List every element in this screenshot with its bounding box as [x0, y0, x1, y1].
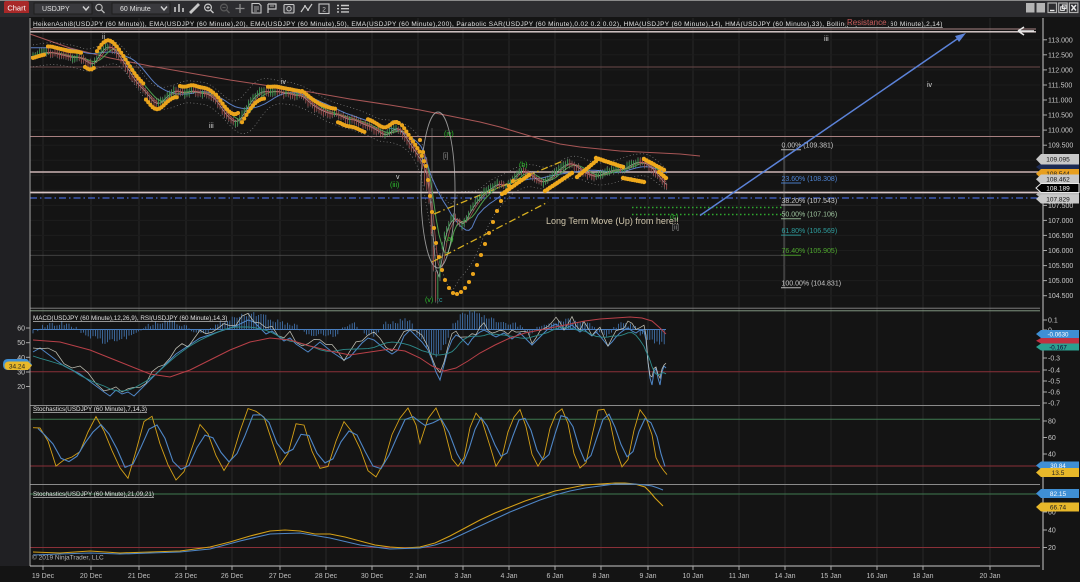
svg-text:-0.5: -0.5 [1048, 379, 1060, 386]
svg-text:38.20% (107.543): 38.20% (107.543) [782, 198, 838, 205]
svg-text:0.00% (109.381): 0.00% (109.381) [782, 143, 834, 150]
svg-text:15 Jan: 15 Jan [820, 573, 841, 580]
svg-text:23 Dec: 23 Dec [175, 573, 198, 580]
svg-text:104.500: 104.500 [1048, 293, 1073, 300]
svg-text:-0.6: -0.6 [1048, 390, 1060, 397]
svg-text:30 Dec: 30 Dec [361, 573, 384, 580]
svg-text:107.500: 107.500 [1048, 203, 1073, 210]
svg-text:ii: ii [102, 34, 106, 41]
svg-text:20: 20 [17, 384, 25, 391]
svg-text:Chart: Chart [7, 4, 26, 13]
svg-text:26 Dec: 26 Dec [221, 573, 244, 580]
svg-text:60 Minute: 60 Minute [120, 6, 151, 13]
svg-text:HeikenAshi8(USDJPY (60 Minute): HeikenAshi8(USDJPY (60 Minute)), EMA(USD… [33, 21, 943, 28]
svg-text:14 Jan: 14 Jan [774, 573, 795, 580]
svg-text::c: :c [437, 297, 443, 304]
svg-text:iv: iv [281, 79, 287, 86]
svg-text:Stochastics(USDJPY (60 Minute): Stochastics(USDJPY (60 Minute),7,14,3) [33, 406, 147, 413]
svg-text:MACD(USDJPY (60 Minute),12,26,: MACD(USDJPY (60 Minute),12,26,9), RSI(US… [33, 315, 227, 322]
svg-text:3 Jan: 3 Jan [454, 573, 471, 580]
svg-text:60: 60 [1048, 435, 1056, 442]
svg-text:30: 30 [17, 370, 25, 377]
svg-text:50.00% (107.106): 50.00% (107.106) [782, 212, 838, 219]
svg-text:v: v [396, 174, 400, 181]
svg-text:109.500: 109.500 [1048, 143, 1073, 150]
svg-text:6 Jan: 6 Jan [546, 573, 563, 580]
svg-text:100.00% (104.831): 100.00% (104.831) [782, 281, 842, 288]
svg-text:61.80% (106.569): 61.80% (106.569) [782, 228, 838, 235]
svg-text:108.189: 108.189 [1046, 185, 1070, 192]
svg-text:111.000: 111.000 [1048, 98, 1072, 105]
svg-text:0.1: 0.1 [1048, 318, 1058, 325]
svg-text:40: 40 [1048, 528, 1056, 535]
svg-text:2 Jan: 2 Jan [409, 573, 426, 580]
svg-text:2: 2 [322, 7, 326, 14]
svg-text:111.500: 111.500 [1048, 82, 1072, 89]
svg-text:4 Jan: 4 Jan [500, 573, 517, 580]
svg-text:iii: iii [824, 36, 829, 43]
svg-text:© 2019 NinjaTrader, LLC: © 2019 NinjaTrader, LLC [32, 554, 104, 562]
svg-text:16 Jan: 16 Jan [866, 573, 887, 580]
svg-text:34.24: 34.24 [9, 363, 26, 370]
svg-text:Resistance: Resistance [847, 18, 887, 27]
svg-text:-0.0630: -0.0630 [1048, 331, 1070, 338]
svg-text:106.500: 106.500 [1048, 233, 1073, 240]
svg-text:9 Jan: 9 Jan [639, 573, 656, 580]
svg-text:28 Dec: 28 Dec [315, 573, 338, 580]
svg-text:-0.3: -0.3 [1048, 356, 1060, 363]
svg-text:105.000: 105.000 [1048, 278, 1073, 285]
svg-text:USDJPY: USDJPY [42, 6, 70, 13]
svg-text:112.500: 112.500 [1048, 52, 1073, 59]
svg-text:82.15: 82.15 [1050, 491, 1067, 498]
svg-text:80: 80 [1048, 419, 1056, 426]
svg-text:110.500: 110.500 [1048, 113, 1073, 120]
svg-text:27 Dec: 27 Dec [269, 573, 292, 580]
svg-text:66.74: 66.74 [1050, 504, 1067, 511]
svg-text:110.000: 110.000 [1048, 128, 1073, 135]
svg-text:20 Jan: 20 Jan [979, 573, 1000, 580]
svg-text:107.829: 107.829 [1046, 196, 1070, 203]
svg-text:60: 60 [17, 326, 25, 333]
svg-text:21 Dec: 21 Dec [128, 573, 151, 580]
svg-text:106.000: 106.000 [1048, 248, 1073, 255]
svg-text:-0.167: -0.167 [1049, 344, 1067, 351]
svg-text:20: 20 [1048, 545, 1056, 552]
svg-text:113.000: 113.000 [1048, 37, 1073, 44]
svg-text:(v): (v) [425, 297, 433, 304]
svg-text:109.095: 109.095 [1046, 157, 1070, 164]
svg-text:[i]: [i] [443, 153, 449, 160]
svg-text:76.40% (105.905): 76.40% (105.905) [782, 248, 838, 255]
svg-text:(b): (b) [519, 162, 528, 169]
svg-text:50: 50 [17, 340, 25, 347]
svg-text:10 Jan: 10 Jan [682, 573, 703, 580]
svg-text:40: 40 [1048, 452, 1056, 459]
svg-text:105.500: 105.500 [1048, 263, 1073, 270]
svg-text:108.462: 108.462 [1046, 177, 1070, 184]
svg-text:(iii): (iii) [390, 182, 399, 189]
svg-text:(a): (a) [445, 236, 454, 243]
svg-text:20 Dec: 20 Dec [80, 573, 103, 580]
svg-text:-0.7: -0.7 [1048, 401, 1060, 408]
svg-text:23.60% (108.308): 23.60% (108.308) [782, 176, 838, 183]
svg-text:(iv): (iv) [444, 131, 454, 138]
svg-text:11 Jan: 11 Jan [729, 573, 750, 580]
svg-text:107.000: 107.000 [1048, 218, 1073, 225]
svg-text:Stochastics(USDJPY (60 Minute): Stochastics(USDJPY (60 Minute),21,09,21) [33, 491, 154, 498]
svg-text:iii: iii [209, 123, 214, 130]
svg-text:Long Term Move (Up) from here!: Long Term Move (Up) from here!! [546, 216, 679, 226]
svg-text:13.5: 13.5 [1052, 470, 1065, 477]
svg-text:18 Jan: 18 Jan [912, 573, 933, 580]
svg-text:8 Jan: 8 Jan [592, 573, 609, 580]
svg-text:iv: iv [927, 82, 933, 89]
svg-text:-0.4: -0.4 [1048, 368, 1060, 375]
svg-text:112.000: 112.000 [1048, 67, 1073, 74]
svg-text:19 Dec: 19 Dec [32, 573, 55, 580]
